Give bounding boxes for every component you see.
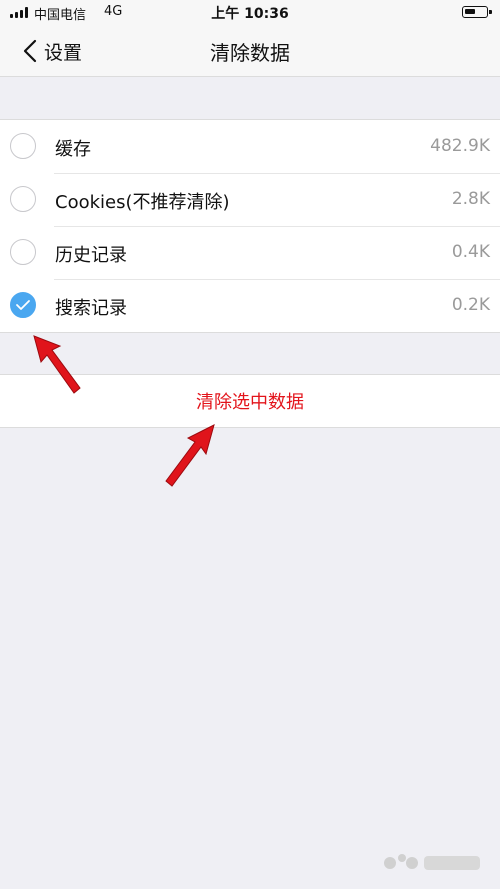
item-size: 482.9K bbox=[430, 136, 490, 156]
radio-unchecked-icon[interactable] bbox=[10, 239, 36, 265]
item-label: 历史记录 bbox=[55, 245, 127, 266]
list-item-search-history[interactable]: 搜索记录 0.2K bbox=[0, 279, 500, 332]
clock: 上午 10:36 bbox=[211, 6, 289, 22]
item-label: 搜索记录 bbox=[55, 298, 127, 319]
page-title: 清除数据 bbox=[210, 41, 290, 65]
radio-unchecked-icon[interactable] bbox=[10, 186, 36, 212]
battery-icon bbox=[462, 6, 492, 18]
checkmark-icon[interactable] bbox=[10, 292, 36, 318]
item-label: Cookies(不推荐清除) bbox=[55, 192, 230, 213]
list-item-cookies[interactable]: Cookies(不推荐清除) 2.8K bbox=[0, 173, 500, 226]
baidu-jingyan-logo bbox=[384, 854, 480, 870]
annotation-arrow-icon bbox=[33, 335, 81, 394]
list-item-history[interactable]: 历史记录 0.4K bbox=[0, 226, 500, 279]
list-item-cache[interactable]: 缓存 482.9K bbox=[0, 120, 500, 173]
nav-bar: 设置 清除数据 bbox=[0, 24, 500, 77]
item-size: 0.2K bbox=[451, 295, 490, 315]
item-size: 2.8K bbox=[451, 189, 490, 209]
item-size: 0.4K bbox=[451, 242, 490, 262]
item-label: 缓存 bbox=[55, 139, 91, 160]
annotation-arrow-icon bbox=[165, 424, 215, 487]
status-bar: 中国电信 4G 上午 10:36 bbox=[0, 0, 500, 24]
radio-unchecked-icon[interactable] bbox=[10, 133, 36, 159]
data-type-list: 缓存 482.9K Cookies(不推荐清除) 2.8K 历史记录 0.4K … bbox=[0, 119, 500, 333]
